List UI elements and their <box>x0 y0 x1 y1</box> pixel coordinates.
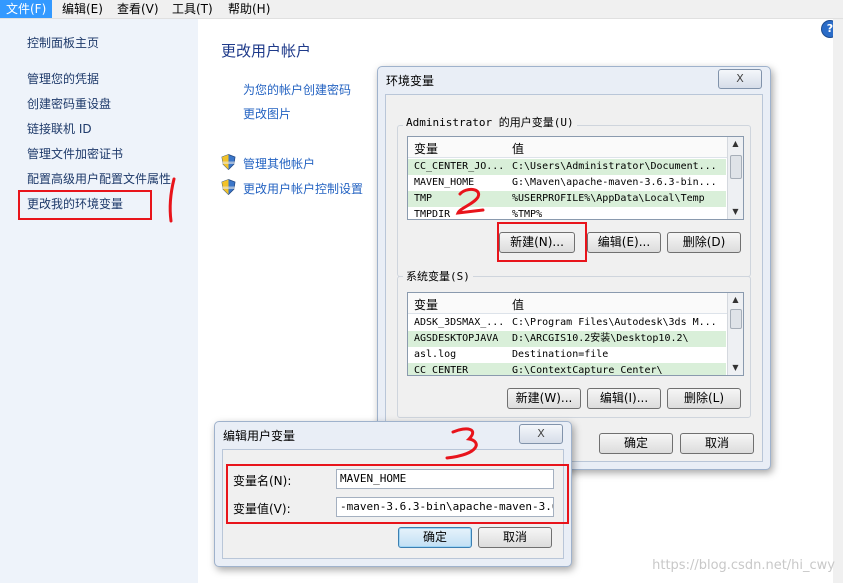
page-title: 更改用户帐户 <box>221 42 312 60</box>
nav-control-panel-home[interactable]: 控制面板主页 <box>27 34 99 51</box>
var-value: %TMP% <box>512 209 543 220</box>
link-manage-other-accounts[interactable]: 管理其他帐户 <box>243 155 315 172</box>
window-scrollbar[interactable] <box>833 19 843 583</box>
system-vars-group-label: 系统变量(S) <box>403 268 473 284</box>
menu-file[interactable]: 文件(F) <box>0 0 53 18</box>
env-dialog-close-button[interactable]: X <box>718 69 762 89</box>
nav-manage-encryption-certs[interactable]: 管理文件加密证书 <box>27 145 123 162</box>
scroll-up-icon[interactable]: ▲ <box>728 137 743 151</box>
nav-create-reset-disk[interactable]: 创建密码重设盘 <box>27 95 111 112</box>
watermark: https://blog.csdn.net/hi_cwy <box>652 558 835 573</box>
var-value: %USERPROFILE%\AppData\Local\Temp <box>512 193 705 204</box>
var-value: Destination=file <box>512 349 609 360</box>
var-value: C:\Program Files\Autodesk\3ds M... <box>512 317 717 328</box>
list-item[interactable]: AGSDESKTOPJAVA D:\ARCGIS10.2安装\Desktop10… <box>408 331 726 347</box>
system-delete-button[interactable]: 删除(L) <box>667 388 741 409</box>
var-value: C:\Users\Administrator\Document... <box>512 161 717 172</box>
annotation-mark-1 <box>168 177 176 223</box>
scroll-thumb[interactable] <box>730 309 742 329</box>
var-value: G:\Maven\apache-maven-3.6.3-bin... <box>512 177 717 188</box>
user-edit-button[interactable]: 编辑(E)... <box>587 232 661 253</box>
nav-manage-credentials[interactable]: 管理您的凭据 <box>27 70 99 87</box>
annotation-mark-2 <box>455 188 485 215</box>
edit-cancel-button[interactable]: 取消 <box>478 527 552 548</box>
var-name: asl.log <box>414 349 457 360</box>
system-new-button[interactable]: 新建(W)... <box>507 388 581 409</box>
list-item[interactable]: CC_CENTER_JO... C:\Users\Administrator\D… <box>408 159 726 175</box>
edit-ok-button[interactable]: 确定 <box>398 527 472 548</box>
scroll-down-icon[interactable]: ▼ <box>728 205 743 219</box>
env-cancel-button[interactable]: 取消 <box>680 433 754 454</box>
uac-shield-icon <box>221 179 236 195</box>
link-uac-settings[interactable]: 更改用户帐户控制设置 <box>243 180 363 197</box>
menu-edit[interactable]: 编辑(E) <box>56 0 109 18</box>
list-item[interactable]: CC_CENTER G:\ContextCapture Center\ <box>408 363 726 376</box>
scroll-thumb[interactable] <box>730 155 742 179</box>
column-header-value[interactable]: 值 <box>512 296 524 313</box>
nav-advanced-profile[interactable]: 配置高级用户配置文件属性 <box>27 170 171 187</box>
scroll-down-icon[interactable]: ▼ <box>728 361 743 375</box>
list-item[interactable]: asl.log Destination=file <box>408 347 726 363</box>
env-ok-button[interactable]: 确定 <box>599 433 673 454</box>
var-name: AGSDESKTOPJAVA <box>414 333 499 344</box>
var-name: ADSK_3DSMAX_... <box>414 317 505 328</box>
user-delete-button[interactable]: 删除(D) <box>667 232 741 253</box>
list-item[interactable]: ADSK_3DSMAX_... C:\Program Files\Autodes… <box>408 315 726 331</box>
column-header-name[interactable]: 变量 <box>414 296 438 313</box>
annotation-mark-3 <box>445 427 478 460</box>
highlight-box-1 <box>18 190 152 220</box>
system-edit-button[interactable]: 编辑(I)... <box>587 388 661 409</box>
menu-view[interactable]: 查看(V) <box>111 0 165 18</box>
user-vars-group-label: Administrator 的用户变量(U) <box>403 114 577 130</box>
env-dialog-body: Administrator 的用户变量(U) 变量 值 CC_CENTER_JO… <box>385 94 763 462</box>
system-vars-scrollbar[interactable]: ▲ ▼ <box>727 293 743 375</box>
var-value: D:\ARCGIS10.2安装\Desktop10.2\ <box>512 333 689 344</box>
link-change-picture[interactable]: 更改图片 <box>243 105 291 122</box>
system-vars-list[interactable]: 变量 值 ADSK_3DSMAX_... C:\Program Files\Au… <box>407 292 744 376</box>
menu-help[interactable]: 帮助(H) <box>222 0 276 18</box>
highlight-box-2 <box>497 222 587 262</box>
env-vars-dialog: 环境变量 X Administrator 的用户变量(U) 变量 值 CC_CE… <box>377 66 771 470</box>
uac-shield-icon <box>221 154 236 170</box>
menu-bar: 文件(F) 编辑(E) 查看(V) 工具(T) 帮助(H) <box>0 0 843 19</box>
env-dialog-title: 环境变量 <box>386 74 435 88</box>
system-vars-header: 变量 值 <box>408 293 743 314</box>
nav-link-online-id[interactable]: 链接联机 ID <box>27 120 92 137</box>
var-name: CC_CENTER <box>414 365 469 376</box>
scroll-up-icon[interactable]: ▲ <box>728 293 743 307</box>
highlight-box-3 <box>226 464 569 524</box>
column-header-name[interactable]: 变量 <box>414 140 438 157</box>
var-name: CC_CENTER_JO... <box>414 161 505 172</box>
edit-dialog-close-button[interactable]: X <box>519 424 563 444</box>
column-header-value[interactable]: 值 <box>512 140 524 157</box>
user-vars-scrollbar[interactable]: ▲ ▼ <box>727 137 743 219</box>
link-create-password[interactable]: 为您的帐户创建密码 <box>243 81 351 98</box>
menu-tools[interactable]: 工具(T) <box>166 0 219 18</box>
user-vars-header: 变量 值 <box>408 137 743 158</box>
var-value: G:\ContextCapture Center\ <box>512 365 663 376</box>
edit-dialog-title: 编辑用户变量 <box>223 429 296 443</box>
